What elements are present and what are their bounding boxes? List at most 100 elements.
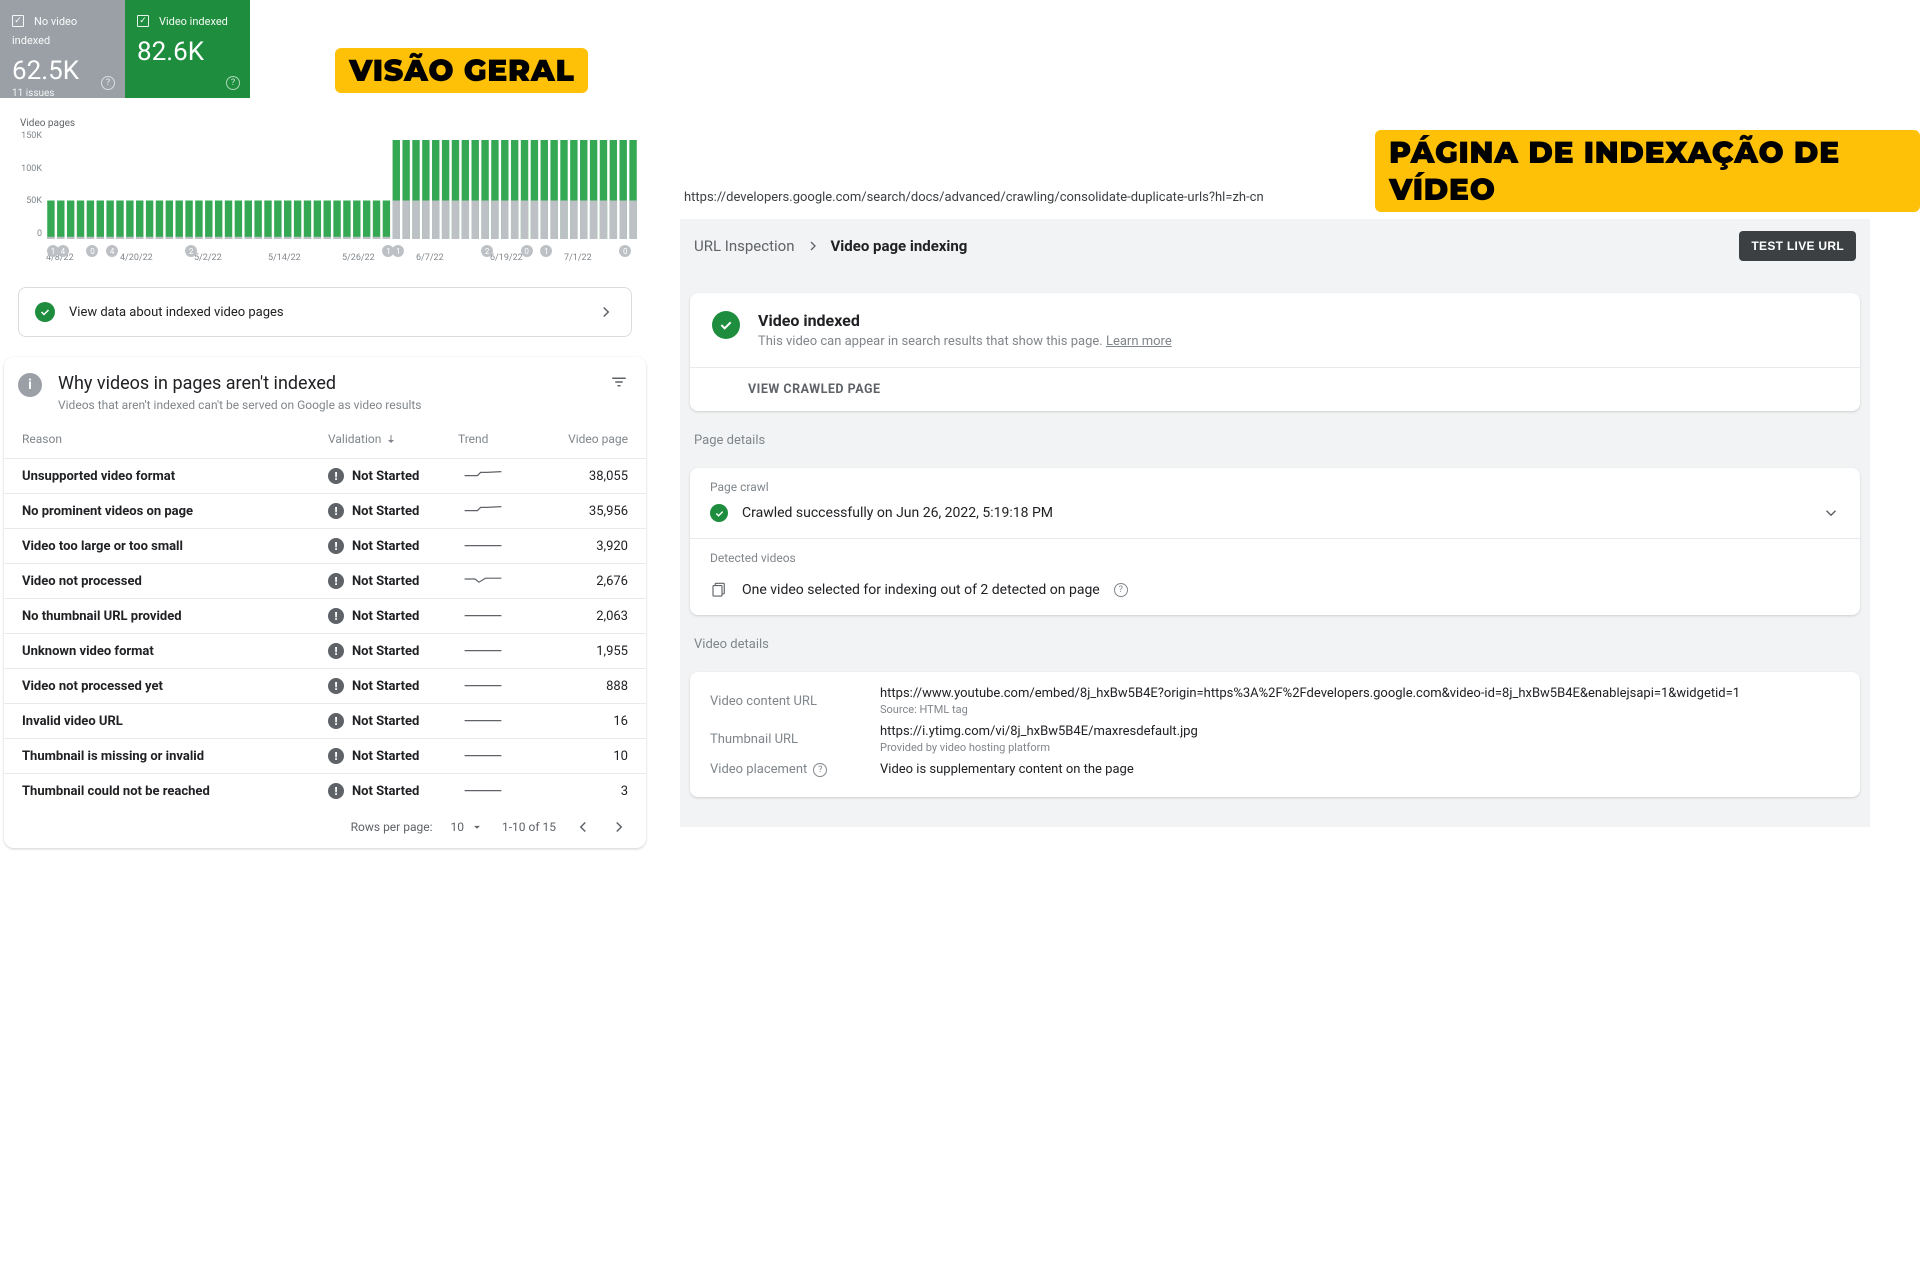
sort-down-icon [385, 433, 397, 445]
detected-text: One video selected for indexing out of 2… [742, 582, 1100, 598]
status-card: Video indexed This video can appear in s… [690, 293, 1860, 411]
cell-status: Not Started [352, 539, 419, 554]
col-trend: Trend [458, 432, 548, 446]
sparkline [458, 641, 508, 657]
cell-pages: 888 [548, 679, 628, 694]
cell-reason: No thumbnail URL provided [22, 609, 328, 624]
checkbox-icon: ✓ [137, 15, 149, 27]
table-row[interactable]: Thumbnail is missing or invalid ! Not St… [4, 738, 646, 773]
filter-icon[interactable] [610, 373, 628, 391]
sparkline [458, 781, 508, 797]
hint-thumbnail-url: Provided by video hosting platform [880, 741, 1840, 754]
learn-more-link[interactable]: Learn more [1106, 334, 1172, 349]
chart-annotation: 1 [540, 245, 552, 257]
check-icon [35, 302, 55, 322]
table-row[interactable]: Video not processed ! Not Started 2,676 [4, 563, 646, 598]
chart-annotation: 1 [392, 245, 404, 257]
status-icon: ! [328, 783, 344, 799]
sparkline [458, 711, 508, 727]
chart-title: Video pages [20, 118, 638, 129]
prev-page-icon[interactable] [574, 818, 592, 836]
table-row[interactable]: No prominent videos on page ! Not Starte… [4, 493, 646, 528]
cell-status: Not Started [352, 469, 419, 484]
rows-per-page-select[interactable]: 10 [450, 820, 484, 834]
chevron-down-icon[interactable] [1822, 504, 1840, 522]
view-indexed-pages-link[interactable]: View data about indexed video pages [18, 287, 632, 337]
cell-pages: 2,676 [548, 574, 628, 589]
chart-annotation: 2 [185, 245, 197, 257]
value-video-placement: Video is supplementary content on the pa… [880, 762, 1840, 777]
help-icon[interactable]: ? [813, 763, 827, 777]
table-row[interactable]: Unsupported video format ! Not Started 3… [4, 458, 646, 493]
cell-reason: Invalid video URL [22, 714, 328, 729]
cell-reason: Video too large or too small [22, 539, 328, 554]
chart-annotation: 2 [481, 245, 493, 257]
issues-subtitle: Videos that aren't indexed can't be serv… [58, 398, 421, 412]
table-row[interactable]: No thumbnail URL provided ! Not Started … [4, 598, 646, 633]
cell-reason: Thumbnail could not be reached [22, 784, 328, 799]
cell-reason: No prominent videos on page [22, 504, 328, 519]
sparkline [458, 746, 508, 762]
chevron-right-icon [805, 238, 821, 254]
table-row[interactable]: Invalid video URL ! Not Started 16 [4, 703, 646, 738]
help-icon[interactable]: ? [1114, 583, 1128, 597]
cell-status: Not Started [352, 679, 419, 694]
cell-status: Not Started [352, 714, 419, 729]
status-icon: ! [328, 468, 344, 484]
checkbox-icon: ✓ [12, 15, 24, 27]
section-page-details: Page details [694, 433, 1856, 448]
pages-icon [710, 581, 728, 599]
cell-status: Not Started [352, 784, 419, 799]
table-row[interactable]: Video too large or too small ! Not Start… [4, 528, 646, 563]
view-crawled-page-button[interactable]: VIEW CRAWLED PAGE [690, 367, 1860, 411]
issues-title: Why videos in pages aren't indexed [58, 373, 421, 394]
breadcrumb-root[interactable]: URL Inspection [694, 237, 795, 255]
chart-panel: Video pages 150K100K50K0 14042112010 4/8… [8, 106, 650, 277]
callout-overview: VISÃO GERAL [335, 48, 588, 93]
label-page-crawl: Page crawl [710, 480, 1840, 494]
status-description: This video can appear in search results … [758, 334, 1172, 349]
chart-annotation: 0 [521, 245, 533, 257]
check-icon [712, 311, 740, 339]
cell-reason: Unknown video format [22, 644, 328, 659]
card-value: 82.6K [137, 37, 238, 67]
callout-video-indexing: PÁGINA DE INDEXAÇÃO DE VÍDEO [1375, 130, 1920, 212]
cell-pages: 3 [548, 784, 628, 799]
status-icon: ! [328, 573, 344, 589]
value-content-url: https://www.youtube.com/embed/8j_hxBw5B4… [880, 686, 1840, 701]
help-icon[interactable]: ? [101, 76, 115, 90]
hint-content-url: Source: HTML tag [880, 703, 1840, 716]
cell-pages: 1,955 [548, 644, 628, 659]
test-live-url-button[interactable]: TEST LIVE URL [1739, 231, 1856, 261]
card-label: Video indexed [159, 15, 228, 28]
cell-status: Not Started [352, 574, 419, 589]
status-icon: ! [328, 608, 344, 624]
col-pages[interactable]: Video page [548, 432, 628, 446]
chart-annotation: 4 [57, 245, 69, 257]
video-details-card: Video content URL https://www.youtube.co… [690, 672, 1860, 797]
sparkline [458, 466, 508, 482]
cell-pages: 38,055 [548, 469, 628, 484]
section-video-details: Video details [694, 637, 1856, 652]
cell-reason: Unsupported video format [22, 469, 328, 484]
table-row[interactable]: Thumbnail could not be reached ! Not Sta… [4, 773, 646, 808]
label-video-placement: Video placement ? [710, 762, 880, 777]
cell-status: Not Started [352, 749, 419, 764]
next-page-icon[interactable] [610, 818, 628, 836]
sparkline [458, 676, 508, 692]
info-icon: i [18, 373, 42, 397]
breadcrumb-current: Video page indexing [831, 237, 968, 255]
chart-annotation: 0 [86, 245, 98, 257]
table-row[interactable]: Unknown video format ! Not Started 1,955 [4, 633, 646, 668]
table-row[interactable]: Video not processed yet ! Not Started 88… [4, 668, 646, 703]
cell-reason: Video not processed [22, 574, 328, 589]
card-video-indexed[interactable]: ✓ Video indexed 82.6K ? [125, 0, 250, 98]
card-value: 62.5K [12, 56, 113, 86]
col-reason[interactable]: Reason [22, 432, 328, 446]
page-details-card: Page crawl Crawled successfully on Jun 2… [690, 468, 1860, 615]
crawl-row[interactable]: Crawled successfully on Jun 26, 2022, 5:… [710, 504, 1840, 522]
help-icon[interactable]: ? [226, 76, 240, 90]
cell-status: Not Started [352, 504, 419, 519]
col-validation[interactable]: Validation [328, 432, 458, 446]
card-no-video-indexed[interactable]: ✓ No video indexed 62.5K 11 issues ? [0, 0, 125, 98]
